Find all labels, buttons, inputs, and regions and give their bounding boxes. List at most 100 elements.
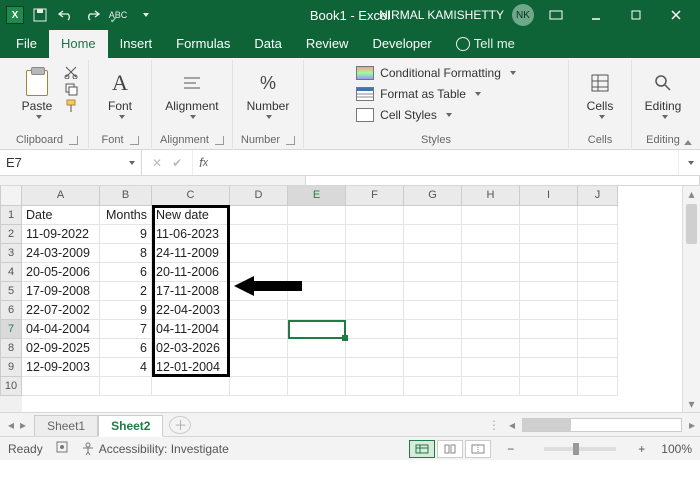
- cell-B9[interactable]: 4: [100, 358, 152, 377]
- column-header-H[interactable]: H: [462, 186, 520, 206]
- qat-customize-icon[interactable]: [134, 5, 154, 25]
- cell-G7[interactable]: [404, 320, 462, 339]
- cell-A5[interactable]: 17-09-2008: [22, 282, 100, 301]
- cell-E1[interactable]: [288, 206, 346, 225]
- expand-formula-bar-icon[interactable]: [678, 150, 700, 175]
- collapse-ribbon-icon[interactable]: [684, 140, 692, 145]
- cell-J1[interactable]: [578, 206, 618, 225]
- ribbon-display-icon[interactable]: [538, 0, 574, 30]
- macro-record-icon[interactable]: [55, 440, 69, 457]
- cell-F1[interactable]: [346, 206, 404, 225]
- fx-icon[interactable]: fx: [193, 150, 208, 175]
- cell-A2[interactable]: 11-09-2022: [22, 225, 100, 244]
- cell-J10[interactable]: [578, 377, 618, 396]
- cell-J8[interactable]: [578, 339, 618, 358]
- cell-G3[interactable]: [404, 244, 462, 263]
- cell-F4[interactable]: [346, 263, 404, 282]
- close-button[interactable]: [658, 0, 694, 30]
- cell-C2[interactable]: 11-06-2023: [152, 225, 230, 244]
- cell-B2[interactable]: 9: [100, 225, 152, 244]
- tab-review[interactable]: Review: [294, 30, 361, 58]
- new-sheet-button[interactable]: ＋: [169, 416, 191, 434]
- row-header-2[interactable]: 2: [0, 225, 22, 244]
- cell-D1[interactable]: [230, 206, 288, 225]
- tab-file[interactable]: File: [4, 30, 49, 58]
- cell-C5[interactable]: 17-11-2008: [152, 282, 230, 301]
- cell-C10[interactable]: [152, 377, 230, 396]
- cell-E4[interactable]: [288, 263, 346, 282]
- cell-G4[interactable]: [404, 263, 462, 282]
- column-header-G[interactable]: G: [404, 186, 462, 206]
- spellcheck-icon[interactable]: ABC✔: [108, 5, 128, 25]
- cell-E7[interactable]: [288, 320, 346, 339]
- cell-I10[interactable]: [520, 377, 578, 396]
- cell-H2[interactable]: [462, 225, 520, 244]
- cell-I1[interactable]: [520, 206, 578, 225]
- cell-I3[interactable]: [520, 244, 578, 263]
- cell-G1[interactable]: [404, 206, 462, 225]
- cell-A6[interactable]: 22-07-2002: [22, 301, 100, 320]
- cell-I9[interactable]: [520, 358, 578, 377]
- row-header-9[interactable]: 9: [0, 358, 22, 377]
- cell-A10[interactable]: [22, 377, 100, 396]
- cell-G9[interactable]: [404, 358, 462, 377]
- cell-G10[interactable]: [404, 377, 462, 396]
- cell-H3[interactable]: [462, 244, 520, 263]
- tab-insert[interactable]: Insert: [108, 30, 165, 58]
- copy-icon[interactable]: [64, 82, 80, 96]
- tell-me[interactable]: Tell me: [444, 30, 527, 58]
- editing-button[interactable]: Editing: [640, 62, 686, 126]
- redo-icon[interactable]: [82, 5, 102, 25]
- sheet-tab-sheet1[interactable]: Sheet1: [34, 415, 98, 436]
- page-layout-view-button[interactable]: [437, 440, 463, 458]
- vertical-scrollbar[interactable]: ▴ ▾: [682, 186, 700, 412]
- cell-D3[interactable]: [230, 244, 288, 263]
- number-launcher-icon[interactable]: [286, 136, 295, 145]
- cells-button[interactable]: Cells: [577, 62, 623, 126]
- tab-home[interactable]: Home: [49, 30, 108, 58]
- cell-D2[interactable]: [230, 225, 288, 244]
- scroll-down-icon[interactable]: ▾: [683, 396, 700, 412]
- column-header-D[interactable]: D: [230, 186, 288, 206]
- conditional-formatting-button[interactable]: Conditional Formatting: [356, 64, 516, 82]
- cell-C6[interactable]: 22-04-2003: [152, 301, 230, 320]
- tab-data[interactable]: Data: [242, 30, 293, 58]
- save-icon[interactable]: [30, 5, 50, 25]
- cell-D7[interactable]: [230, 320, 288, 339]
- cell-H10[interactable]: [462, 377, 520, 396]
- enter-formula-icon[interactable]: ✔: [172, 156, 182, 170]
- row-header-8[interactable]: 8: [0, 339, 22, 358]
- scroll-up-icon[interactable]: ▴: [683, 186, 700, 202]
- cell-B8[interactable]: 6: [100, 339, 152, 358]
- cell-D9[interactable]: [230, 358, 288, 377]
- cell-A9[interactable]: 12-09-2003: [22, 358, 100, 377]
- cell-E2[interactable]: [288, 225, 346, 244]
- cell-C1[interactable]: New date: [152, 206, 230, 225]
- cell-J7[interactable]: [578, 320, 618, 339]
- tab-formulas[interactable]: Formulas: [164, 30, 242, 58]
- worksheet-grid[interactable]: 12345678910 ABCDEFGHIJ DateMonthsNew dat…: [0, 186, 700, 412]
- undo-icon[interactable]: [56, 5, 76, 25]
- format-painter-icon[interactable]: [64, 99, 80, 113]
- select-all-corner[interactable]: [0, 186, 22, 206]
- zoom-level[interactable]: 100%: [661, 442, 692, 456]
- cell-D5[interactable]: [230, 282, 288, 301]
- tab-split-handle[interactable]: ⋮: [484, 418, 504, 432]
- name-box-dropdown-icon[interactable]: [129, 161, 135, 165]
- cell-B3[interactable]: 8: [100, 244, 152, 263]
- zoom-in-button[interactable]: +: [634, 442, 649, 456]
- horizontal-scrollbar[interactable]: ⋮ ◂ ▸: [484, 413, 700, 436]
- maximize-button[interactable]: [618, 0, 654, 30]
- sheet-nav-next-icon[interactable]: ▸: [20, 418, 26, 432]
- cell-A4[interactable]: 20-05-2006: [22, 263, 100, 282]
- font-button[interactable]: AFont: [97, 62, 143, 126]
- page-break-view-button[interactable]: [465, 440, 491, 458]
- cell-E6[interactable]: [288, 301, 346, 320]
- cell-C8[interactable]: 02-03-2026: [152, 339, 230, 358]
- tab-developer[interactable]: Developer: [360, 30, 443, 58]
- cell-C3[interactable]: 24-11-2009: [152, 244, 230, 263]
- number-button[interactable]: %Number: [245, 62, 291, 126]
- cell-J5[interactable]: [578, 282, 618, 301]
- cell-B1[interactable]: Months: [100, 206, 152, 225]
- column-header-B[interactable]: B: [100, 186, 152, 206]
